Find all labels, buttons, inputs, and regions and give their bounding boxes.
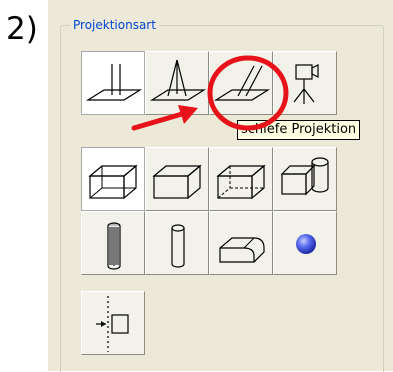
rounded-block-button[interactable] <box>209 211 273 275</box>
hidden-lines-box-button[interactable] <box>209 147 273 211</box>
camera-button[interactable] <box>273 51 337 115</box>
shaded-cylinder-button[interactable] <box>81 211 145 275</box>
cylinder-button[interactable] <box>145 211 209 275</box>
step-number: 2) <box>6 11 38 47</box>
cylinder-icon <box>171 224 185 268</box>
tooltip: schiefe Projektion <box>237 120 361 140</box>
box-cylinder-button[interactable] <box>273 147 337 211</box>
oblique-projection-icon <box>213 65 271 101</box>
orthogonal-projection-icon <box>85 64 143 101</box>
central-projection-icon <box>149 59 207 101</box>
box-with-cylinder-icon <box>280 157 329 196</box>
box-solid-icon <box>88 164 138 200</box>
sphere-button[interactable] <box>273 211 337 275</box>
section-cut-icon <box>96 296 129 352</box>
section-cut-button[interactable] <box>81 291 145 355</box>
box-icon <box>152 164 202 200</box>
box-button[interactable] <box>145 147 209 211</box>
orthogonal-projection-button[interactable] <box>81 51 145 115</box>
rounded-block-icon <box>219 237 265 263</box>
box-hidden-lines-icon <box>216 164 266 200</box>
solid-box-button[interactable] <box>81 147 145 211</box>
central-projection-button[interactable] <box>145 51 209 115</box>
groupbox-title: Projektionsart <box>70 17 159 33</box>
oblique-projection-button[interactable] <box>209 51 273 115</box>
cylinder-shaded-icon <box>107 222 121 270</box>
sphere-icon <box>296 234 316 254</box>
camera-tripod-icon <box>293 64 319 104</box>
